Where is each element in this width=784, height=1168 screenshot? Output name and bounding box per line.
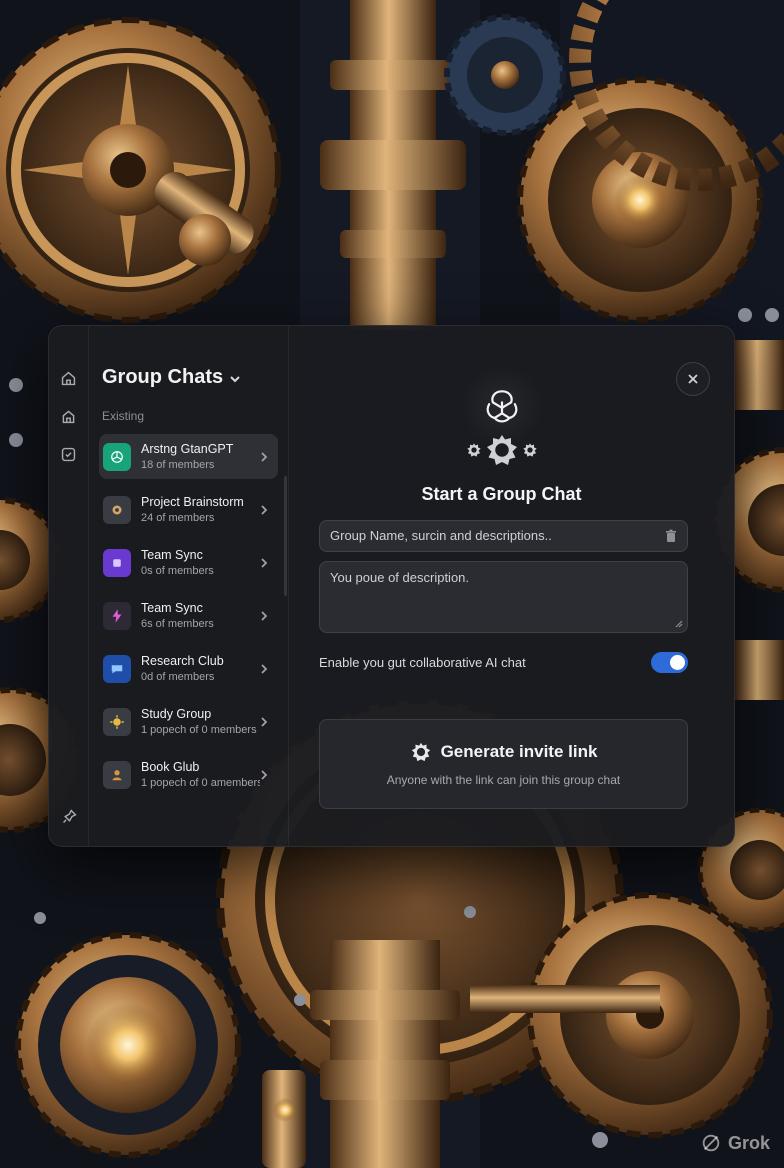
lightning-icon (112, 608, 122, 623)
invite-title: Generate invite link (440, 742, 598, 761)
group-name: Project Brainstorm (141, 495, 244, 509)
rail-collapse-button[interactable] (59, 806, 79, 826)
collaborative-ai-toggle[interactable] (651, 651, 688, 673)
chevron-right-icon (261, 716, 268, 727)
group-members: 6s of members (141, 618, 214, 630)
list-item[interactable]: Project Brainstorm 24 of members (99, 487, 278, 532)
chevron-right-icon (261, 557, 268, 568)
group-members: 1 popech of 0 members (141, 724, 257, 736)
group-name: Research Club (141, 654, 224, 668)
group-chats-title: Group Chats (102, 366, 224, 388)
group-name: Team Sync (141, 601, 203, 615)
toggle-knob (670, 654, 685, 670)
chevron-right-icon (261, 769, 268, 780)
house-icon (62, 409, 75, 423)
group-chats-dialog: Group Chats Existing Arstng GtanGPT 18 of… (48, 325, 735, 847)
rail-library-button[interactable] (59, 406, 79, 426)
book-club-avatar (103, 760, 131, 789)
brainstorm-avatar (103, 495, 131, 524)
page-title: Start a Group Chat (421, 484, 582, 504)
home-icon (61, 371, 76, 385)
rail-tasks-button[interactable] (59, 444, 79, 464)
team-sync-avatar (103, 601, 131, 630)
chevron-down-icon (230, 376, 240, 383)
chatgpt-avatar (103, 442, 131, 471)
hero: Start a Group Chat (289, 364, 734, 505)
group-members: 24 of members (141, 512, 215, 524)
list-item[interactable]: Book Glub 1 popech of 0 amembers (99, 752, 278, 797)
team-sync-avatar (103, 548, 131, 577)
list-item[interactable]: Team Sync 6s of members (99, 593, 278, 638)
group-name: Study Group (141, 707, 212, 721)
grok-watermark: Grok (700, 1132, 770, 1154)
group-list-panel: Group Chats Existing Arstng GtanGPT 18 of… (89, 326, 289, 846)
small-gear-icon (522, 443, 537, 457)
chevron-right-icon (261, 451, 268, 462)
toggle-label: Enable you gut collaborative AI chat (319, 654, 526, 670)
gears-decoration (466, 432, 538, 468)
study-group-avatar (103, 707, 131, 736)
sun-gear-icon (110, 714, 124, 729)
description-placeholder: You poue of description. (330, 570, 470, 585)
chat-bubble-icon (111, 664, 123, 673)
resize-handle-icon[interactable] (675, 620, 683, 628)
watermark-text: Grok (727, 1132, 770, 1153)
group-members: 1 popech of 0 amembers (141, 777, 260, 789)
group-name: Team Sync (141, 548, 203, 562)
openai-logo-icon (111, 450, 123, 463)
group-chats-dropdown[interactable]: Group Chats (99, 366, 278, 389)
group-members: 0s of members (141, 565, 214, 577)
list-item[interactable]: Research Club 0d of members (99, 646, 278, 691)
openai-logo-icon (486, 390, 517, 423)
chevron-right-icon (261, 610, 268, 621)
generate-invite-link-button[interactable]: Generate invite link Anyone with the lin… (319, 719, 688, 809)
list-item[interactable]: Arstng GtanGPT 18 of members (99, 434, 278, 479)
group-members: 18 of members (141, 459, 215, 471)
small-gear-icon (466, 443, 481, 457)
rail-home-button[interactable] (59, 368, 79, 388)
chevron-right-icon (261, 504, 268, 515)
chevron-right-icon (261, 663, 268, 674)
pin-icon (62, 808, 77, 823)
robot-icon (113, 558, 121, 567)
group-name-input[interactable]: Group Name, surcin and descriptions.. (319, 520, 688, 552)
person-icon (112, 769, 122, 780)
description-textarea[interactable]: You poue of description. (319, 561, 688, 633)
checkbox-icon (61, 447, 76, 461)
list-item[interactable]: Team Sync 0s of members (99, 540, 278, 585)
group-name: Arstng GtanGPT (141, 442, 234, 456)
research-club-avatar (103, 654, 131, 683)
gear-icon (112, 505, 122, 514)
group-name: Book Glub (141, 760, 200, 774)
group-members: 0d of members (141, 671, 215, 683)
gear-icon (486, 435, 517, 465)
gear-icon (411, 742, 430, 762)
grok-logo-icon (702, 1134, 720, 1152)
group-name-placeholder: Group Name, surcin and descriptions.. (330, 528, 552, 543)
icon-rail (49, 326, 89, 846)
create-group-panel: Start a Group Chat Group Name, surcin an… (289, 326, 734, 846)
collaborative-ai-setting: Enable you gut collaborative AI chat (319, 650, 688, 674)
group-list: Arstng GtanGPT 18 of members Project Brai… (99, 434, 278, 797)
invite-subtitle: Anyone with the link can join this group… (386, 773, 621, 787)
section-label-existing: Existing (102, 409, 145, 423)
trash-icon[interactable] (664, 529, 678, 543)
list-item[interactable]: Study Group 1 popech of 0 members (99, 699, 278, 744)
list-scrollbar[interactable] (284, 476, 287, 596)
